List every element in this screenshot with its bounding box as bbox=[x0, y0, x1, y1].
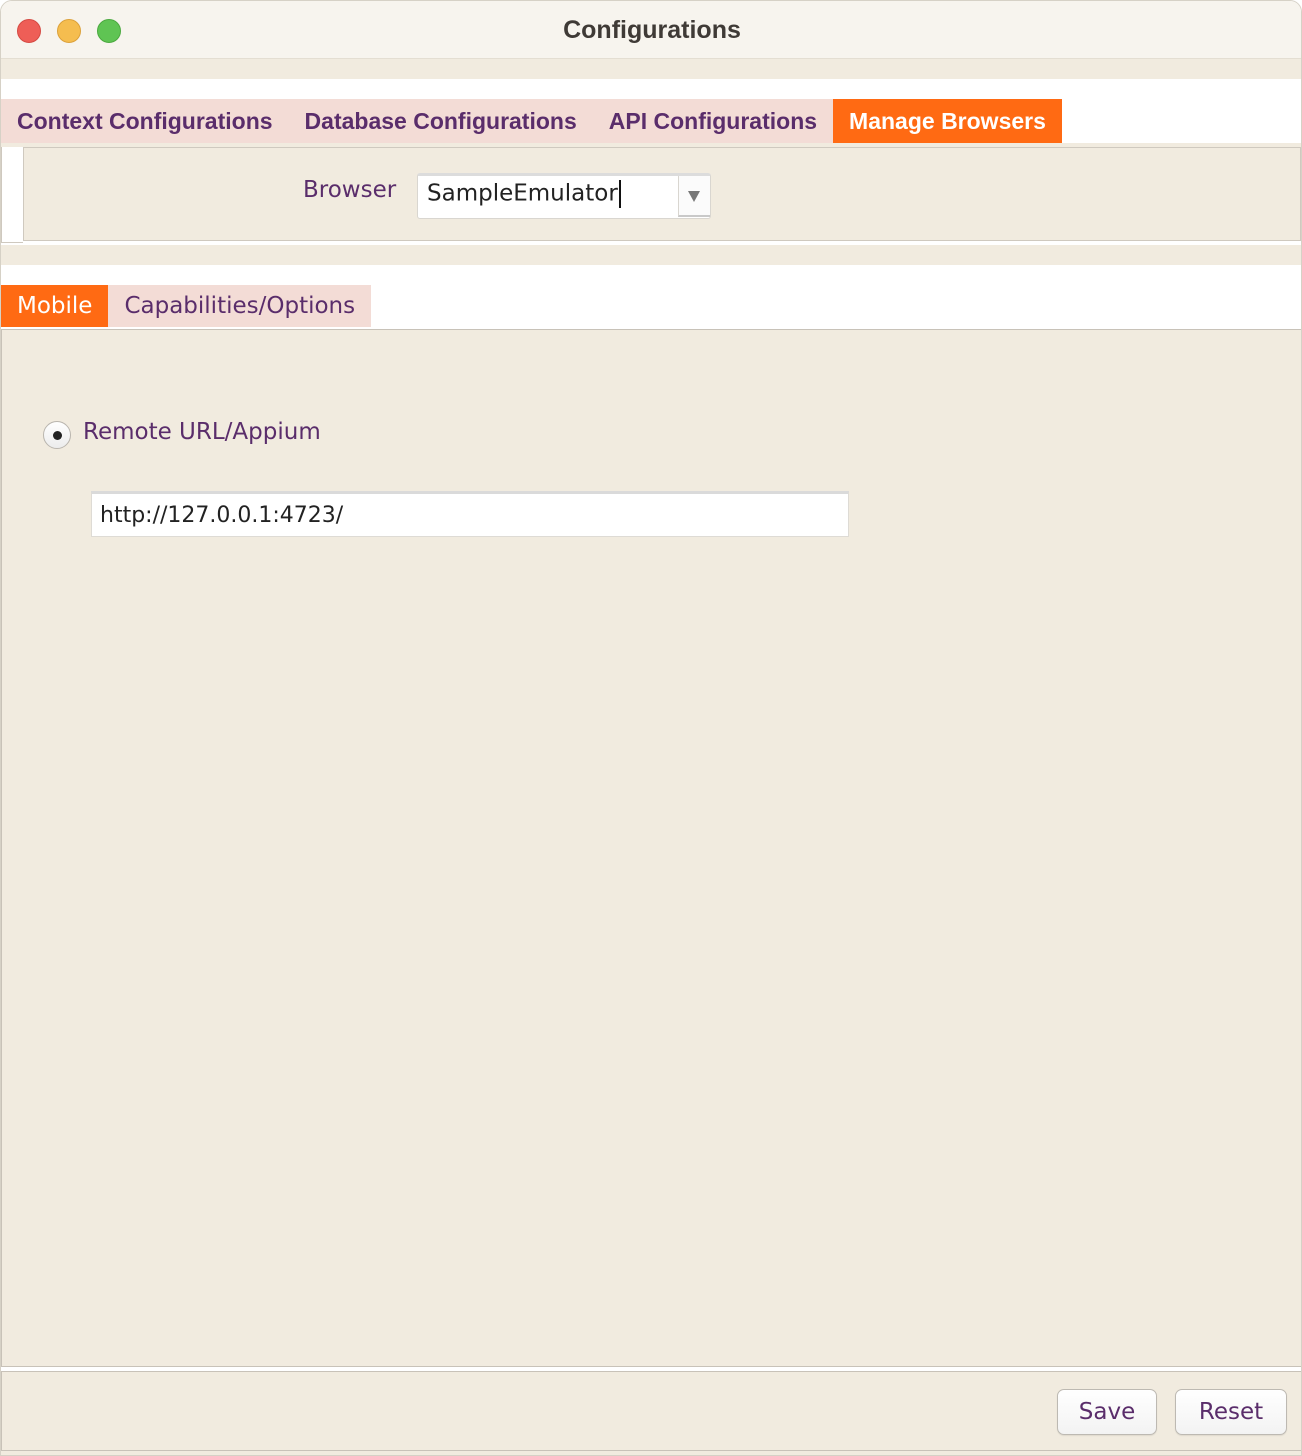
sub-tab-bar: Mobile Capabilities/Options bbox=[1, 285, 372, 327]
remote-url-radio[interactable] bbox=[43, 421, 71, 449]
mobile-panel bbox=[1, 329, 1301, 1367]
tab-database-configurations[interactable]: Database Configurations bbox=[288, 99, 593, 143]
remote-url-input[interactable] bbox=[91, 491, 849, 537]
tab-api-configurations[interactable]: API Configurations bbox=[592, 99, 834, 143]
bottom-edge bbox=[1, 1451, 1301, 1455]
middle-spacer bbox=[1, 245, 1301, 265]
main-tab-bar: Context Configurations Database Configur… bbox=[1, 99, 1062, 143]
browser-panel-edge bbox=[1, 147, 23, 243]
window-title: Configurations bbox=[563, 16, 741, 44]
reset-button[interactable]: Reset bbox=[1175, 1389, 1287, 1435]
tab-manage-browsers[interactable]: Manage Browsers bbox=[833, 99, 1062, 143]
title-bar: Configurations bbox=[1, 1, 1301, 59]
browser-combo-box[interactable]: SampleEmulator bbox=[417, 173, 711, 219]
remote-url-radio-label[interactable]: Remote URL/Appium bbox=[83, 419, 321, 445]
tab-capabilities-options[interactable]: Capabilities/Options bbox=[108, 285, 372, 327]
configurations-window: Configurations Context Configurations Da… bbox=[0, 0, 1302, 1456]
browser-combo-value[interactable]: SampleEmulator bbox=[427, 180, 621, 208]
tab-context-configurations[interactable]: Context Configurations bbox=[1, 99, 289, 143]
save-button[interactable]: Save bbox=[1057, 1389, 1157, 1435]
radio-selected-dot bbox=[53, 431, 62, 440]
text-caret bbox=[618, 180, 621, 208]
browser-dropdown-button[interactable] bbox=[678, 176, 710, 217]
chevron-down-icon bbox=[688, 191, 700, 202]
browser-label: Browser bbox=[303, 177, 397, 203]
top-spacer bbox=[1, 59, 1301, 79]
tab-mobile[interactable]: Mobile bbox=[1, 285, 109, 327]
